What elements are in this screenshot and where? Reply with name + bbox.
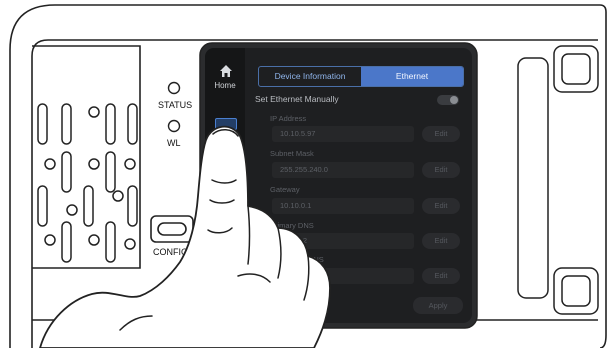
pointing-hand [39, 125, 331, 348]
